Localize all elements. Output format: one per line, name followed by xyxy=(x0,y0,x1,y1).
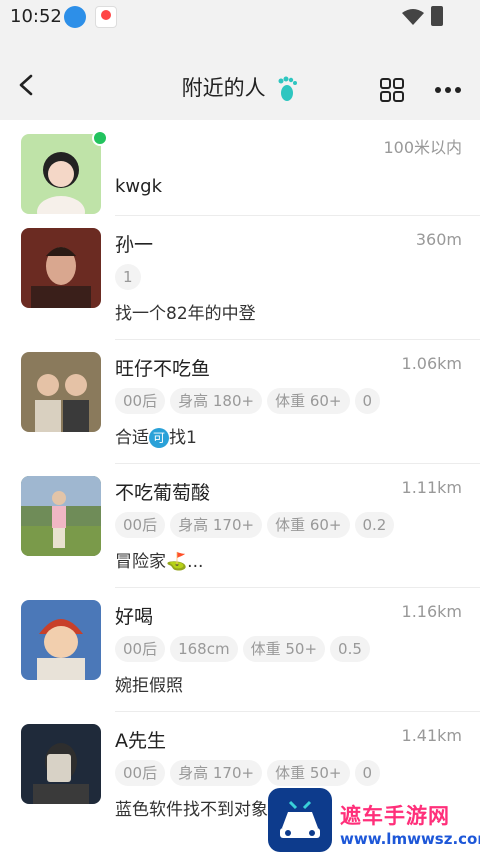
tag: 00后 xyxy=(115,636,166,662)
tag: 体重 50+ xyxy=(242,636,326,662)
user-distance: 360m xyxy=(415,230,462,249)
tag: 0 xyxy=(354,388,381,414)
more-dots-icon[interactable] xyxy=(434,86,462,94)
watermark-url: www.lmwwsz.com xyxy=(340,830,480,848)
footprint-icon xyxy=(278,76,298,101)
tag: 身高 180+ xyxy=(170,388,263,414)
avatar xyxy=(21,476,101,556)
user-name: 不吃葡萄酸 xyxy=(115,482,211,504)
tag: 身高 170+ xyxy=(170,512,263,538)
user-name: 孙一 xyxy=(115,234,154,256)
user-row[interactable]: 旺仔不吃鱼 1.06km 00后 身高 180+ 体重 60+ 0 合适可找1 xyxy=(0,340,480,464)
status-time: 10:52 xyxy=(10,6,62,27)
online-indicator xyxy=(92,130,108,146)
tag: 体重 60+ xyxy=(267,388,350,414)
user-row[interactable]: 好喝 1.16km 00后 168cm 体重 50+ 0.5 婉拒假照 xyxy=(0,588,480,712)
avatar xyxy=(21,724,101,804)
user-tags: 00后 168cm 体重 50+ 0.5 xyxy=(115,636,375,662)
user-row[interactable]: 不吃葡萄酸 1.11km 00后 身高 170+ 体重 60+ 0.2 冒险家⛳... xyxy=(0,464,480,588)
user-row[interactable]: kwgk 100米以内 xyxy=(0,120,480,216)
download-icon xyxy=(64,6,86,28)
user-distance: 1.16km xyxy=(401,602,462,621)
header: 附近的人 xyxy=(0,34,480,120)
user-tags: 1 xyxy=(115,264,146,290)
user-bio: 冒险家⛳... xyxy=(115,552,204,572)
user-name: 好喝 xyxy=(115,606,154,628)
app-notification-icon xyxy=(95,6,117,28)
tag: 1 xyxy=(115,264,141,290)
tag: 体重 60+ xyxy=(267,512,350,538)
watermark-logo xyxy=(268,788,332,852)
avatar xyxy=(21,134,101,214)
user-bio-text: 合适 xyxy=(115,428,149,448)
wifi-icon xyxy=(402,9,424,25)
user-distance: 1.41km xyxy=(401,726,462,745)
tag: 00后 xyxy=(115,760,166,786)
avatar xyxy=(21,352,101,432)
grid-icon[interactable] xyxy=(380,78,404,102)
avatar xyxy=(21,600,101,680)
user-tags: 00后 身高 170+ 体重 60+ 0.2 xyxy=(115,512,399,538)
bio-badge: 可 xyxy=(149,428,169,448)
status-bar: 10:52 xyxy=(0,0,480,34)
tag: 体重 50+ xyxy=(267,760,350,786)
user-name: kwgk xyxy=(115,176,162,197)
tag: 身高 170+ xyxy=(170,760,263,786)
tag: 168cm xyxy=(170,636,238,662)
watermark-text: 遮车手游网 xyxy=(340,804,450,828)
user-bio-text: 找1 xyxy=(169,428,197,448)
user-row[interactable]: 孙一 360m 1 找一个82年的中登 xyxy=(0,216,480,340)
tag: 00后 xyxy=(115,512,166,538)
avatar xyxy=(21,228,101,308)
user-name: 旺仔不吃鱼 xyxy=(115,358,211,380)
user-bio: 蓝色软件找不到对象 xyxy=(115,800,268,820)
user-distance: 1.06km xyxy=(401,354,462,373)
page-title: 附近的人 xyxy=(0,72,480,102)
user-name: A先生 xyxy=(115,730,166,752)
battery-icon xyxy=(431,6,443,26)
user-tags: 00后 身高 180+ 体重 60+ 0 xyxy=(115,388,385,414)
tag: 0 xyxy=(354,760,381,786)
tag: 0.2 xyxy=(354,512,395,538)
user-bio: 合适可找1 xyxy=(115,423,197,448)
user-distance: 100米以内 xyxy=(383,138,462,157)
user-distance: 1.11km xyxy=(401,478,462,497)
user-tags: 00后 身高 170+ 体重 50+ 0 xyxy=(115,760,385,786)
nearby-user-list: kwgk 100米以内 孙一 360m 1 找一个82年的中登 旺仔不吃鱼 1.… xyxy=(0,120,480,836)
tag: 00后 xyxy=(115,388,166,414)
user-bio: 婉拒假照 xyxy=(115,676,183,696)
user-bio: 找一个82年的中登 xyxy=(115,304,256,324)
page-title-text: 附近的人 xyxy=(181,76,266,100)
tag: 0.5 xyxy=(330,636,370,662)
